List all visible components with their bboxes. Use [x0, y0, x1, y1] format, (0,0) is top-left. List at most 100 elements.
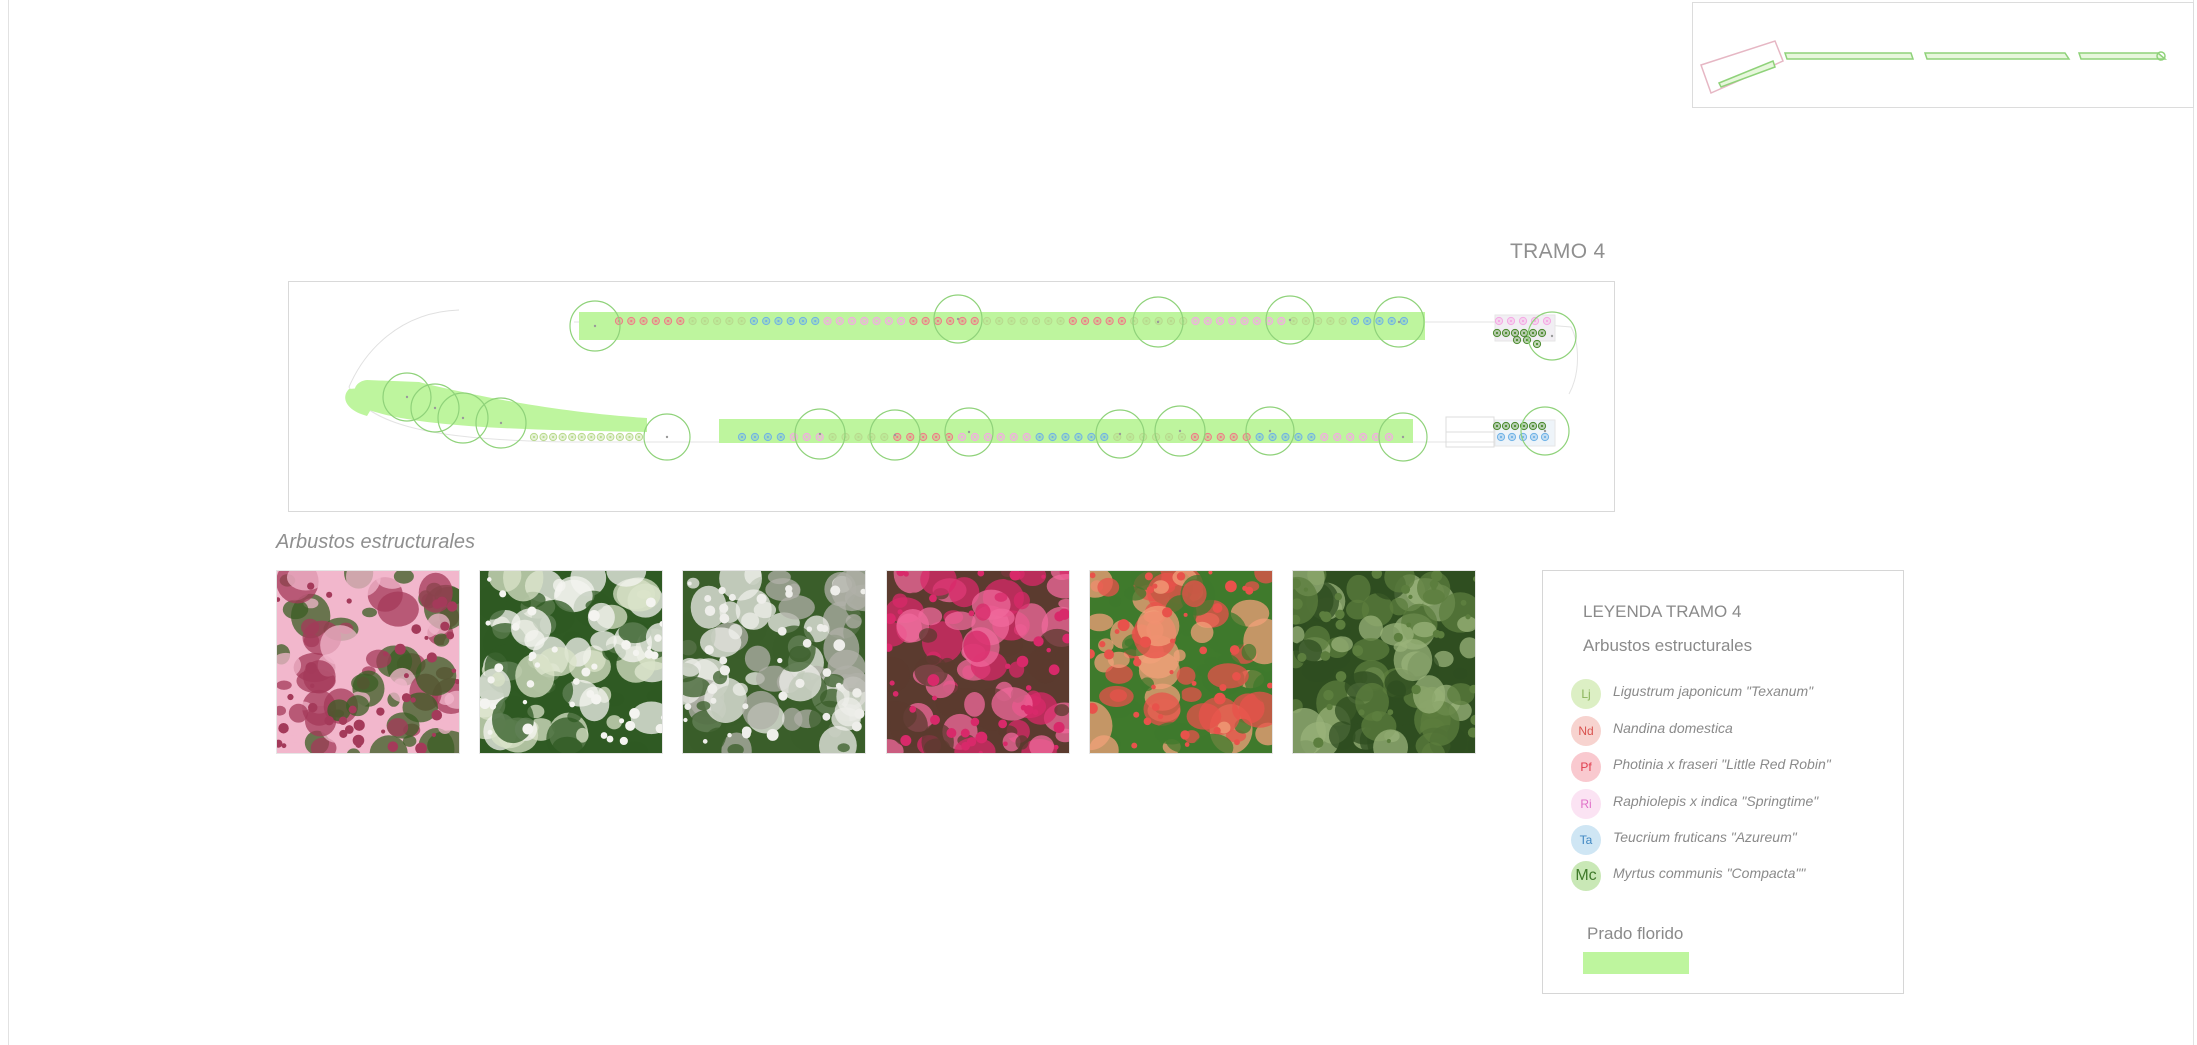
meadow-bed-west: [354, 380, 647, 432]
shrub-mc: [1537, 421, 1547, 431]
shrub-ta: [1294, 432, 1303, 442]
shrub-ta: [811, 316, 820, 326]
shrub-pf: [1229, 432, 1238, 442]
shrub-pf: [919, 432, 928, 442]
shrub-ta: [763, 432, 772, 442]
shrub-ta: [774, 316, 783, 326]
shrub-lj: [1314, 316, 1323, 326]
legend-symbol-lj: Lj: [1571, 679, 1601, 709]
shrub-pf: [933, 316, 943, 326]
shrub-ri: [1333, 432, 1342, 442]
shrub-pf: [1105, 316, 1114, 326]
legend-symbol-ta: Ta: [1571, 825, 1601, 855]
shrub-pf: [921, 316, 930, 326]
shrub-ri: [1191, 316, 1200, 326]
shrub-pf: [932, 432, 941, 442]
shrub-ta: [1307, 432, 1316, 442]
white-flowers-photo: [479, 570, 663, 754]
shrub-ri: [1240, 316, 1249, 326]
shrub-lj: [982, 316, 992, 326]
shrub-mc: [1532, 339, 1542, 349]
shrub-lj: [558, 432, 567, 442]
shrub-mc: [1492, 328, 1502, 338]
shrub-pf: [1068, 316, 1077, 326]
shrub-lj: [854, 432, 863, 442]
shrub-ri: [1252, 316, 1261, 326]
shrub-lj: [737, 316, 746, 326]
shrub-mc: [1501, 421, 1511, 431]
photinia-photo: [1089, 570, 1273, 754]
shrub-lj: [596, 432, 605, 442]
shrub-lj: [1044, 316, 1053, 326]
shrub-ta: [1496, 432, 1506, 442]
legend-label: Ligustrum japonicum "Texanum": [1613, 683, 1814, 699]
shrub-lj: [1177, 432, 1187, 442]
shrub-ri: [1215, 316, 1225, 326]
shrub-pf: [676, 316, 685, 326]
legend-title: LEYENDA TRAMO 4: [1583, 602, 1742, 621]
shrub-ri: [847, 316, 857, 326]
key-map: [1692, 2, 2194, 108]
shrub-ta: [1061, 432, 1070, 442]
shrub-mc: [1528, 421, 1538, 431]
shrub-mc: [1492, 421, 1502, 431]
shrub-mc: [1512, 335, 1522, 345]
planting-plan-drawing: [345, 294, 1578, 462]
shrub-pf: [1190, 432, 1200, 442]
shrub-ta: [786, 316, 795, 326]
gallery-title: Arbustos estructurales: [276, 531, 475, 553]
shrub-mc: [1537, 328, 1547, 338]
loropetalum-photo: [886, 570, 1070, 754]
shrub-lj: [1019, 316, 1028, 326]
legend-label: Nandina domestica: [1613, 720, 1733, 736]
shrub-ri: [789, 432, 798, 442]
white-flowers-2-photo: [682, 570, 866, 754]
shrub-ta: [1048, 432, 1057, 442]
shrub-ri: [1518, 316, 1528, 326]
shrub-ta: [1399, 316, 1409, 326]
shrub-ri: [860, 316, 869, 326]
tree-canopy: [643, 413, 691, 461]
shrub-pf: [663, 316, 673, 326]
shrub-ta: [737, 432, 747, 442]
legend-symbol-nd: Nd: [1571, 716, 1601, 746]
shrub-pf: [1117, 316, 1126, 326]
shrub-ta: [1281, 432, 1290, 442]
legend-label: Photinia x fraseri "Little Red Robin": [1613, 756, 1831, 772]
abelia-photo: [276, 570, 460, 754]
shrub-ta: [1035, 432, 1044, 442]
shrub-lj: [1031, 316, 1041, 326]
shrub-lj: [1007, 316, 1016, 326]
meadow-bed-upper: [579, 312, 1425, 340]
shrub-ri: [884, 316, 893, 326]
legend-symbol-mc: Mc: [1571, 861, 1601, 891]
shrub-lj: [1126, 432, 1135, 442]
shrub-ri: [970, 432, 980, 442]
shrub-ri: [1022, 432, 1031, 442]
shrub-lj: [1338, 316, 1347, 326]
shrub-lj: [577, 432, 586, 442]
shrub-ta: [1363, 316, 1372, 326]
shrub-ta: [1100, 432, 1109, 442]
shrub-ri: [1506, 316, 1516, 326]
shrub-lj: [1164, 432, 1174, 442]
shrub-lj: [1301, 316, 1310, 326]
shrub-ta: [750, 432, 760, 442]
legend-symbol-ri: Ri: [1571, 789, 1601, 819]
shrub-pf: [1216, 432, 1225, 442]
shrub-ri: [1203, 316, 1212, 326]
shrub-lj: [867, 432, 876, 442]
shrub-ta: [1375, 316, 1384, 326]
shrub-lj: [1154, 316, 1163, 326]
shrub-lj: [725, 316, 734, 326]
shrub-lj: [700, 316, 709, 326]
path-outline: [348, 309, 460, 388]
planting-plan: [288, 281, 1615, 512]
shrub-lj: [1130, 316, 1139, 326]
shrub-mc: [1510, 328, 1520, 338]
legend-label: Raphiolepis x indica "Springtime": [1613, 793, 1819, 809]
shrub-lj: [568, 432, 577, 442]
shrub-ri: [897, 316, 906, 326]
shrub-ta: [1255, 432, 1264, 442]
shrub-pf: [946, 316, 955, 326]
